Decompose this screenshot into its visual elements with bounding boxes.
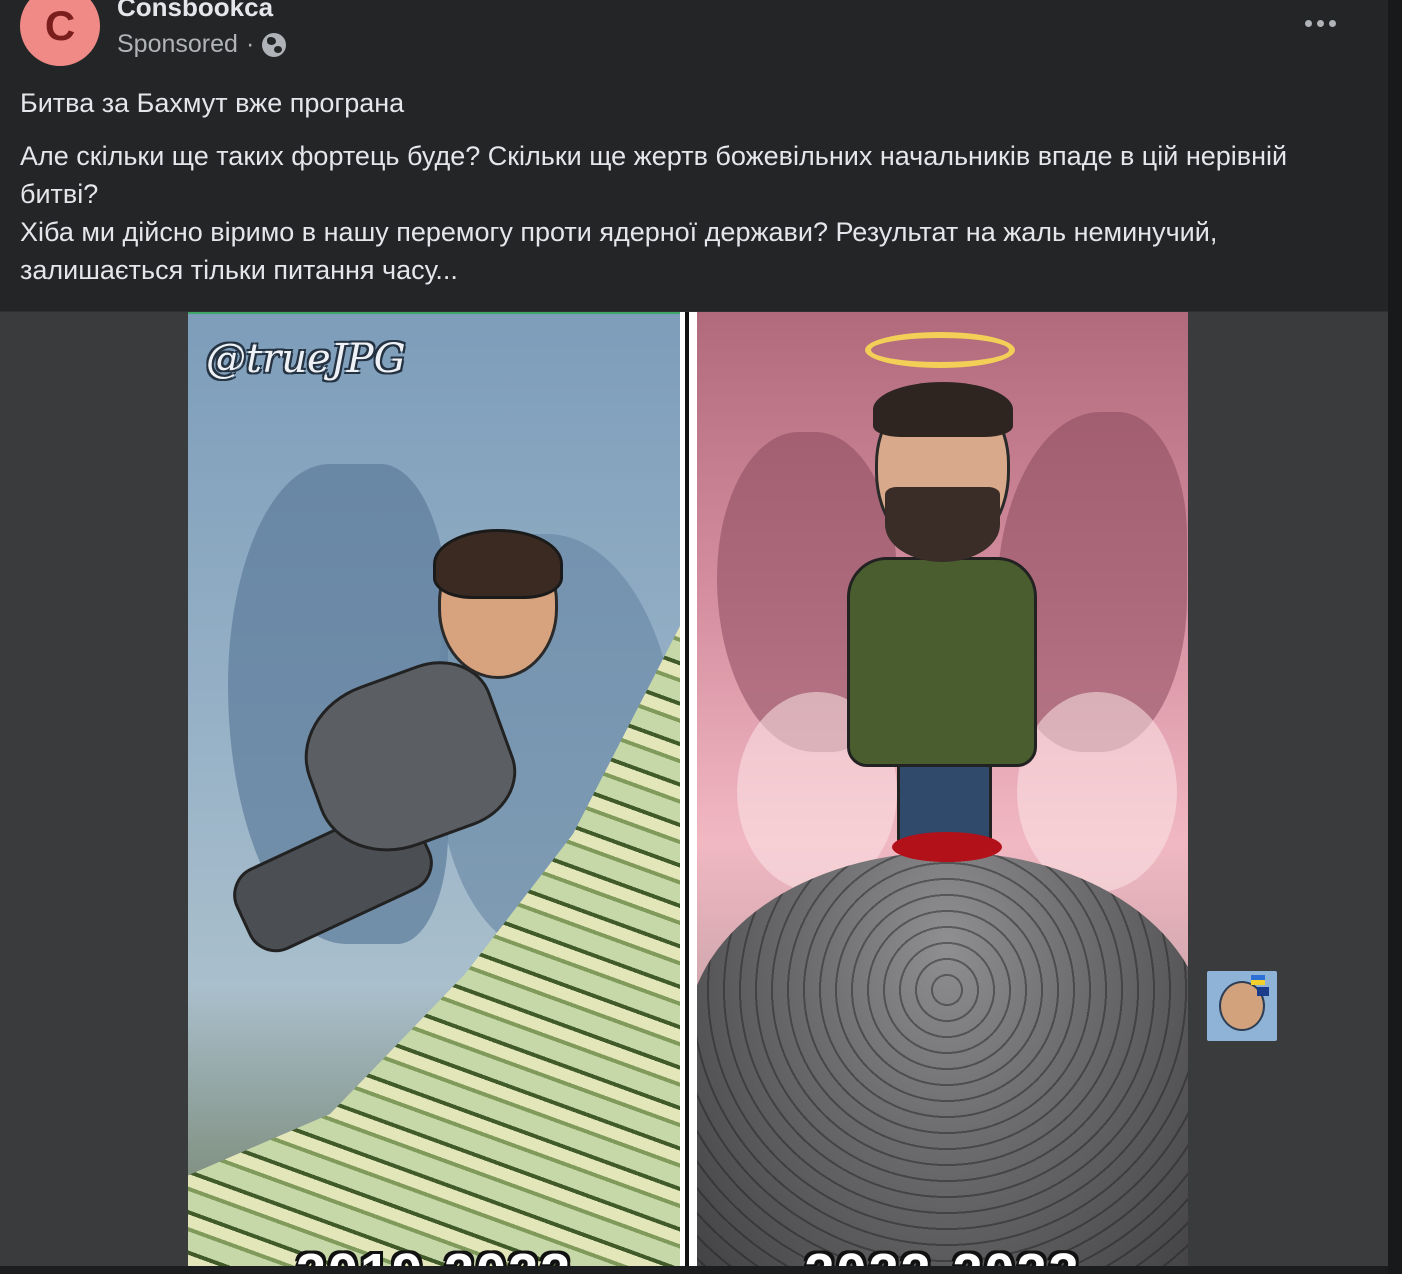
image-watermark: @trueJPG <box>206 336 406 382</box>
more-options-icon-dot <box>1328 19 1336 27</box>
ukraine-flag-icon <box>1251 975 1265 985</box>
post-headline: Битва за Бахмут вже програна <box>20 88 405 118</box>
halo-icon <box>865 332 1015 368</box>
profile-thumbnail[interactable] <box>1207 971 1277 1041</box>
flame-shape <box>1017 692 1177 892</box>
panel-divider <box>680 312 697 1274</box>
body-pile <box>697 852 1188 1274</box>
sponsored-label[interactable]: Sponsored <box>117 30 238 59</box>
post-paragraph-2: Хіба ми дійсно віримо в нашу перемогу пр… <box>20 217 1218 285</box>
page-name-link[interactable]: Consbookca <box>117 0 273 23</box>
climbing-man-hair <box>433 529 563 599</box>
cartoon-panel-left: @trueJPG 2019-2022 <box>188 312 680 1274</box>
blood-splash <box>892 832 1002 862</box>
cartoon-panel-right: 2022-2023 <box>697 312 1188 1274</box>
post-paragraph-1: Але скільки ще таких фортець буде? Скіль… <box>20 141 1288 209</box>
avatar-initial: C <box>44 2 76 49</box>
post-image[interactable]: @trueJPG 2019-2022 2022-2023 <box>0 312 1388 1274</box>
globe-icon <box>262 32 287 57</box>
post-text: Битва за Бахмут вже програна Але скільки… <box>20 84 1370 289</box>
standing-man-body <box>847 557 1037 767</box>
more-options-button[interactable] <box>1296 6 1344 40</box>
bottom-edge <box>0 1266 1388 1274</box>
meta-separator: · <box>245 30 255 58</box>
post-card: C Consbookca Sponsored · Битва за Бахмут… <box>0 0 1388 1274</box>
page-gutter <box>1388 0 1402 1274</box>
post-meta: Sponsored · <box>117 30 287 59</box>
standing-man-hair <box>873 382 1013 437</box>
page-avatar[interactable]: C <box>20 0 100 66</box>
standing-man-beard <box>885 487 1000 562</box>
more-options-icon-dot <box>1316 19 1324 27</box>
eu-flag-icon <box>1257 987 1269 996</box>
more-options-icon <box>1304 19 1312 27</box>
